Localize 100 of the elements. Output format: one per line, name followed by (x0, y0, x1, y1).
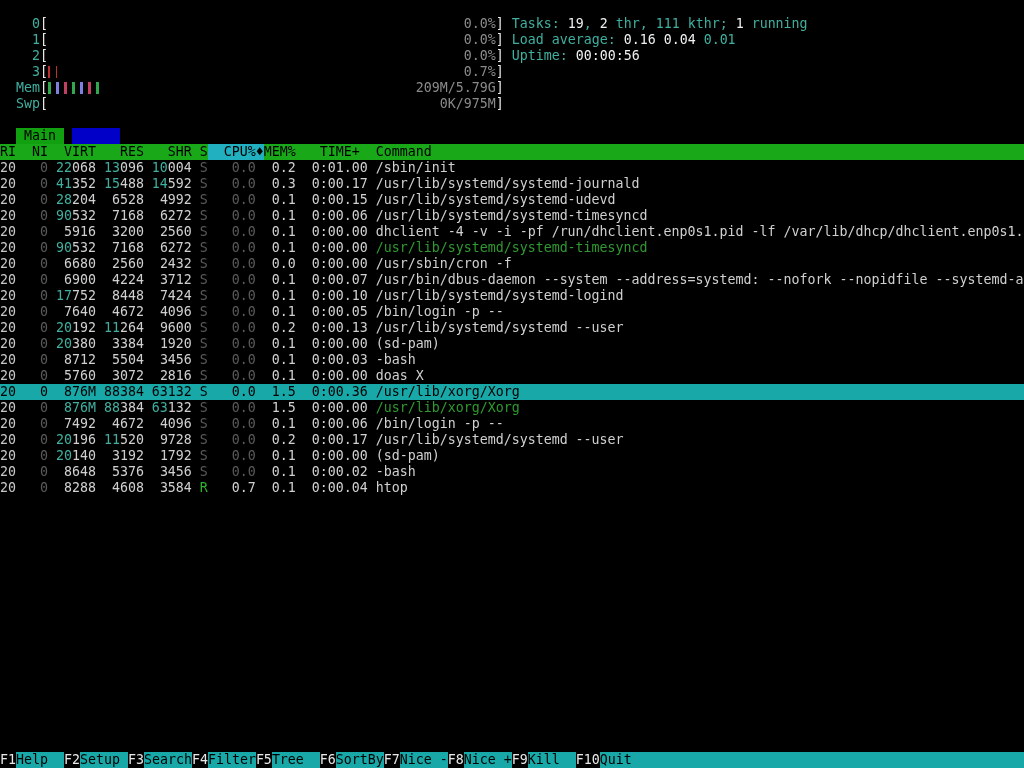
function-key-label[interactable]: Tree (271, 752, 320, 768)
table-cell-text: 0.1 (270, 272, 296, 288)
table-row[interactable]: 20 0 90532 7168 6272 S 0.0 0.1 0:00.06 /usr/lib/systemd/systemd-timesyncd (0, 208, 1024, 224)
column-header[interactable]: RI (0, 144, 16, 160)
function-key-label[interactable]: Setup (79, 752, 128, 768)
function-key-label[interactable]: Search (143, 752, 192, 768)
table-cell-text: 0.0 (230, 320, 257, 336)
table-cell-text: 0.0 (230, 368, 257, 384)
function-key-label[interactable]: Quit (599, 752, 1024, 768)
table-cell-text: 0 (38, 384, 48, 400)
table-cell-text: S (198, 400, 208, 416)
table-cell-text: 0.1 (270, 192, 296, 208)
table-cell-text: 0:00.36 (310, 384, 368, 400)
table-row[interactable]: 20 0 8648 5376 3456 S 0.0 0.1 0:00.02 -bash (0, 464, 1024, 480)
column-header[interactable]: VIRT (47, 144, 96, 160)
table-row[interactable]: 20 0 7492 4672 4096 S 0.0 0.1 0:00.06 /bin/login -p -- (0, 416, 1024, 432)
table-row[interactable]: 20 0 90532 7168 6272 S 0.0 0.1 0:00.00 /usr/lib/systemd/systemd-timesyncd (0, 240, 1024, 256)
table-cell-text: 0:00.13 (310, 320, 368, 336)
table-cell: 20 (0, 224, 16, 240)
table-cell-text: 876M (62, 384, 96, 400)
meter-bracket: ] (495, 32, 504, 48)
table-cell-text: 6528 (110, 192, 144, 208)
table-cell-text: 0.0 (230, 304, 257, 320)
table-cell-text: 28204 (54, 192, 96, 208)
table-cell-text: 0:00.00 (310, 400, 368, 416)
table-cell-text: 2560 (110, 256, 144, 272)
table-row[interactable]: 20 0 7640 4672 4096 S 0.0 0.1 0:00.05 /bin/login -p -- (0, 304, 1024, 320)
column-header[interactable]: SHR (143, 144, 192, 160)
table-row[interactable]: 20 0 5916 3200 2560 S 0.0 0.1 0:00.00 dhclient -4 -v -i -pf /run/dhclient.enp0s1.pid -lf /var/lib/dhcp/dhclient.enp0s1. (0, 224, 1024, 240)
table-cell-text: 7168 (110, 240, 144, 256)
table-cell-text: 63132 (150, 384, 192, 400)
table-cell-text: 7640 (62, 304, 96, 320)
column-header[interactable]: NI (16, 144, 48, 160)
table-cell-text: doas X (374, 368, 424, 384)
table-row[interactable]: 20 0 41352 15488 14592 S 0.0 0.3 0:00.17 /usr/lib/systemd/systemd-journald (0, 176, 1024, 192)
table-cell-text: 0.1 (270, 240, 296, 256)
table-cell-text: 8712 (62, 352, 96, 368)
table-cell-text: 15488 (102, 176, 144, 192)
table-cell: 20 (0, 240, 16, 256)
table-row[interactable]: 20 0 8712 5504 3456 S 0.0 0.1 0:00.03 -bash (0, 352, 1024, 368)
table-row[interactable]: 20 0 20196 11520 9728 S 0.0 0.2 0:00.17 /usr/lib/systemd/systemd --user (0, 432, 1024, 448)
table-cell-text: 0.0 (230, 240, 257, 256)
table-row[interactable]: 20 0 876M 88384 63132 S 0.0 1.5 0:00.36 /usr/lib/xorg/Xorg (0, 384, 1024, 400)
table-cell-text: 88384 (102, 400, 144, 416)
table-cell-text: dhclient -4 -v -i -pf /run/dhclient.enp0s1.pid -lf /var/lib/dhcp/dhclient.enp0s1. (374, 224, 1024, 240)
table-cell-text: 876M (62, 400, 96, 416)
column-header[interactable]: MEM% (263, 144, 296, 160)
table-row[interactable]: 20 0 5760 3072 2816 S 0.0 0.1 0:00.00 doas X (0, 368, 1024, 384)
table-cell: 20 (0, 448, 16, 464)
column-header[interactable]: RES (95, 144, 144, 160)
table-cell-text: S (198, 320, 208, 336)
table-cell-text: 7168 (110, 208, 144, 224)
table-row[interactable]: 20 0 6680 2560 2432 S 0.0 0.0 0:00.00 /usr/sbin/cron -f (0, 256, 1024, 272)
table-cell-text: 4608 (110, 480, 144, 496)
table-cell-text: 0:00.00 (310, 256, 368, 272)
table-row[interactable]: 20 0 876M 88384 63132 S 0.0 1.5 0:00.00 /usr/lib/xorg/Xorg (0, 400, 1024, 416)
table-cell-text: 0.1 (270, 304, 296, 320)
function-key-label[interactable]: SortBy (335, 752, 384, 768)
column-header[interactable]: CPU%♦ (207, 144, 264, 160)
table-row[interactable]: 20 0 20140 3192 1792 S 0.0 0.1 0:00.00 (sd-pam) (0, 448, 1024, 464)
table-cell: 20 (0, 368, 16, 384)
table-cell-text: 1.5 (270, 400, 296, 416)
function-key-label[interactable]: Nice - (399, 752, 448, 768)
table-cell-text: 0 (38, 192, 48, 208)
table-cell-text: 90532 (54, 208, 96, 224)
table-cell-text: 0:00.00 (310, 368, 368, 384)
function-key-label[interactable]: Kill (527, 752, 576, 768)
table-cell-text: 0:00.00 (310, 240, 368, 256)
function-key-label[interactable]: Nice + (463, 752, 512, 768)
table-cell-text: 14592 (150, 176, 192, 192)
table-cell-text: 0 (38, 304, 48, 320)
meter-label: 0 (30, 16, 40, 32)
meter-bracket: [ (39, 16, 48, 32)
table-cell-text: 0:00.07 (310, 272, 368, 288)
table-row[interactable]: 20 0 22068 13096 10004 S 0.0 0.2 0:01.00 /sbin/init (0, 160, 1024, 176)
table-row[interactable]: 20 0 28204 6528 4992 S 0.0 0.1 0:00.15 /usr/lib/systemd/systemd-udevd (0, 192, 1024, 208)
table-cell-text: 0:00.03 (310, 352, 368, 368)
tab[interactable]: Main (16, 128, 64, 144)
table-cell-text: S (198, 272, 208, 288)
tab[interactable] (71, 128, 120, 144)
table-cell-text: S (198, 208, 208, 224)
table-cell: 20 (0, 320, 16, 336)
table-row[interactable]: 20 0 8288 4608 3584 R 0.7 0.1 0:00.04 htop (0, 480, 1024, 496)
table-cell-text: 88384 (102, 384, 144, 400)
table-row[interactable]: 20 0 20192 11264 9600 S 0.0 0.2 0:00.13 /usr/lib/systemd/systemd --user (0, 320, 1024, 336)
table-cell-text: /bin/login -p -- (374, 304, 504, 320)
table-cell-text: S (198, 432, 208, 448)
summary-line: Load average: 0.16 0.04 0.01 (511, 32, 737, 48)
function-key-label[interactable]: Help (16, 752, 64, 768)
table-row[interactable]: 20 0 17752 8448 7424 S 0.0 0.1 0:00.10 /usr/lib/systemd/systemd-logind (0, 288, 1024, 304)
table-row[interactable]: 20 0 20380 3384 1920 S 0.0 0.1 0:00.00 (sd-pam) (0, 336, 1024, 352)
table-cell-text: 0.0 (230, 176, 257, 192)
column-header[interactable]: S (191, 144, 208, 160)
table-cell-text: 2560 (158, 224, 192, 240)
table-row[interactable]: 20 0 6900 4224 3712 S 0.0 0.1 0:00.07 /usr/bin/dbus-daemon --system --address=systemd: --nofork --nopidfile --systemd-a (0, 272, 1024, 288)
column-header[interactable]: TIME+ (295, 144, 368, 160)
table-cell-text: 9728 (158, 432, 192, 448)
table-cell-text: 0.0 (230, 432, 257, 448)
table-cell-text: 0:00.02 (310, 464, 368, 480)
column-header[interactable]: Command (367, 144, 1024, 160)
